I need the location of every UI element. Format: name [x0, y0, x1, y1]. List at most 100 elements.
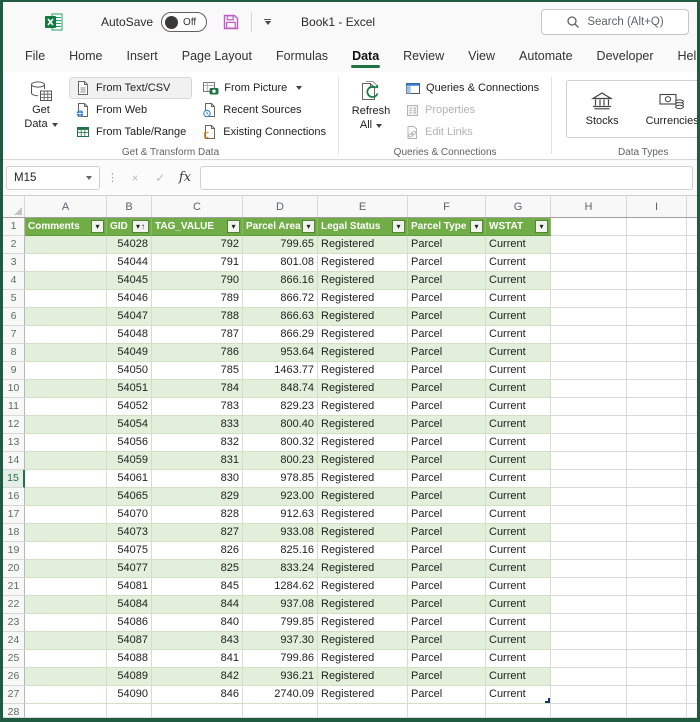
row-header[interactable]: 9: [3, 362, 25, 380]
cell-wstat[interactable]: Current: [486, 506, 551, 524]
cell-gid[interactable]: 54050: [107, 362, 152, 380]
autosave-toggle[interactable]: Off: [161, 12, 207, 32]
cell-comments[interactable]: [25, 614, 107, 632]
cell[interactable]: [687, 290, 697, 308]
cell-tag-value[interactable]: 789: [152, 290, 243, 308]
cell-parcel-area[interactable]: 2740.09: [243, 686, 318, 704]
column-header-d[interactable]: D: [243, 196, 318, 217]
cell[interactable]: [627, 506, 687, 524]
cell[interactable]: [152, 704, 243, 718]
cell-parcel-type[interactable]: Parcel: [408, 650, 486, 668]
cell-gid[interactable]: 54077: [107, 560, 152, 578]
from-picture-button[interactable]: From Picture: [196, 77, 332, 99]
row-header[interactable]: 22: [3, 596, 25, 614]
cell-wstat[interactable]: Current: [486, 524, 551, 542]
formula-input[interactable]: [200, 166, 693, 190]
cell-gid[interactable]: 54052: [107, 398, 152, 416]
cell-parcel-type[interactable]: Parcel: [408, 308, 486, 326]
cell-parcel-type[interactable]: Parcel: [408, 362, 486, 380]
row-header[interactable]: 15: [3, 470, 25, 488]
cell-parcel-type[interactable]: Parcel: [408, 578, 486, 596]
filter-sort-asc-button[interactable]: ▾↑: [132, 220, 149, 233]
cell-comments[interactable]: [25, 632, 107, 650]
cell-parcel-area[interactable]: 1463.77: [243, 362, 318, 380]
column-header-f[interactable]: F: [408, 196, 486, 217]
cell[interactable]: [627, 380, 687, 398]
cell-legal-status[interactable]: Registered: [318, 596, 408, 614]
cell[interactable]: [551, 596, 627, 614]
cell-parcel-area[interactable]: 953.64: [243, 344, 318, 362]
row-header[interactable]: 1: [3, 218, 25, 236]
row-header[interactable]: 24: [3, 632, 25, 650]
cell[interactable]: [687, 416, 697, 434]
cell-legal-status[interactable]: Registered: [318, 326, 408, 344]
cell-comments[interactable]: [25, 560, 107, 578]
cell-parcel-area[interactable]: 829.23: [243, 398, 318, 416]
cell-parcel-area[interactable]: 800.23: [243, 452, 318, 470]
cell-parcel-area[interactable]: 825.16: [243, 542, 318, 560]
cancel-entry-button[interactable]: ×: [125, 171, 145, 185]
cell[interactable]: [551, 686, 627, 704]
cell-parcel-type[interactable]: Parcel: [408, 398, 486, 416]
cell-legal-status[interactable]: Registered: [318, 236, 408, 254]
cell-tag-value[interactable]: 845: [152, 578, 243, 596]
cell[interactable]: [627, 236, 687, 254]
cell[interactable]: [551, 344, 627, 362]
cell-gid[interactable]: 54051: [107, 380, 152, 398]
cell-legal-status[interactable]: Registered: [318, 650, 408, 668]
cell-gid[interactable]: 54059: [107, 452, 152, 470]
cell[interactable]: [486, 704, 551, 718]
cell-comments[interactable]: [25, 380, 107, 398]
cell-tag-value[interactable]: 791: [152, 254, 243, 272]
cell-tag-value[interactable]: 827: [152, 524, 243, 542]
cell-tag-value[interactable]: 786: [152, 344, 243, 362]
cell-parcel-type[interactable]: Parcel: [408, 470, 486, 488]
cell-wstat[interactable]: Current: [486, 650, 551, 668]
cell-parcel-area[interactable]: 937.30: [243, 632, 318, 650]
cell[interactable]: [687, 254, 697, 272]
cell-gid[interactable]: 54087: [107, 632, 152, 650]
cell-parcel-area[interactable]: 866.63: [243, 308, 318, 326]
tab-view[interactable]: View: [456, 44, 507, 72]
cell-parcel-area[interactable]: 866.16: [243, 272, 318, 290]
cell-gid[interactable]: 54089: [107, 668, 152, 686]
cell[interactable]: [687, 704, 697, 718]
cell-tag-value[interactable]: 826: [152, 542, 243, 560]
cell[interactable]: [627, 218, 687, 236]
row-header[interactable]: 20: [3, 560, 25, 578]
stocks-button[interactable]: Stocks: [567, 91, 637, 127]
cell-legal-status[interactable]: Registered: [318, 416, 408, 434]
cell[interactable]: [687, 272, 697, 290]
column-header-e[interactable]: E: [318, 196, 408, 217]
cell[interactable]: [687, 668, 697, 686]
cell-gid[interactable]: 54065: [107, 488, 152, 506]
cell-legal-status[interactable]: Registered: [318, 362, 408, 380]
cell[interactable]: [627, 452, 687, 470]
cell-tag-value[interactable]: 783: [152, 398, 243, 416]
cell-comments[interactable]: [25, 488, 107, 506]
refresh-all-button[interactable]: Refresh All: [347, 77, 395, 132]
filter-button[interactable]: ▾: [470, 220, 483, 233]
row-header[interactable]: 11: [3, 398, 25, 416]
cell-parcel-area[interactable]: 799.86: [243, 650, 318, 668]
cell-tag-value[interactable]: 842: [152, 668, 243, 686]
cell[interactable]: [627, 542, 687, 560]
cell-gid[interactable]: 54075: [107, 542, 152, 560]
cell[interactable]: [627, 578, 687, 596]
cell-gid[interactable]: 54056: [107, 434, 152, 452]
row-header[interactable]: 27: [3, 686, 25, 704]
cell-wstat[interactable]: Current: [486, 398, 551, 416]
row-header[interactable]: 13: [3, 434, 25, 452]
cell[interactable]: [551, 398, 627, 416]
cell-tag-value[interactable]: 790: [152, 272, 243, 290]
cell-gid[interactable]: 54048: [107, 326, 152, 344]
cell-legal-status[interactable]: Registered: [318, 614, 408, 632]
cell-wstat[interactable]: Current: [486, 236, 551, 254]
cell-tag-value[interactable]: 833: [152, 416, 243, 434]
cell-wstat[interactable]: Current: [486, 254, 551, 272]
cell[interactable]: [627, 344, 687, 362]
cell[interactable]: [627, 686, 687, 704]
cell[interactable]: [551, 578, 627, 596]
row-header[interactable]: 14: [3, 452, 25, 470]
cell-legal-status[interactable]: Registered: [318, 380, 408, 398]
